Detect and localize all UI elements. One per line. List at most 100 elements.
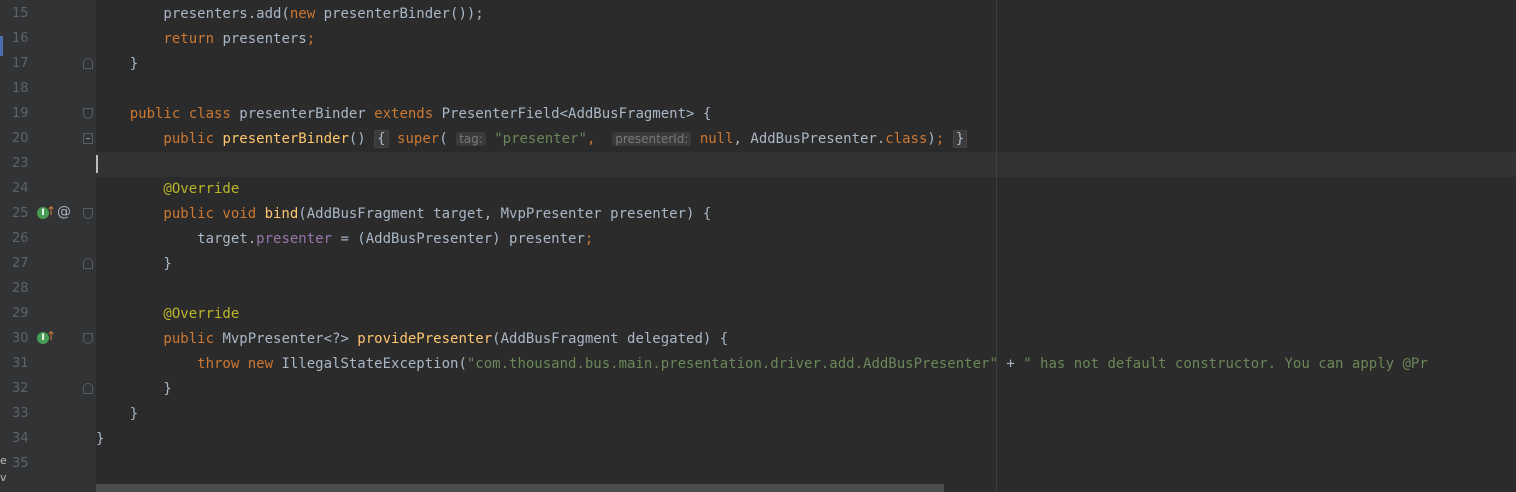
code-line[interactable]: 24 @Override [0,177,1516,202]
code-line[interactable]: 28 [0,277,1516,302]
fold-marker-icon[interactable] [83,133,93,144]
code-token: public [96,131,223,147]
line-number[interactable]: 30 [12,331,29,346]
line-number[interactable]: 17 [12,56,29,71]
code-token: presenterBinder()); [323,6,484,22]
code-text[interactable]: public void bind(AddBusFragment target, … [96,205,711,223]
code-token: public void [96,206,265,222]
code-text[interactable]: presenters.add(new presenterBinder()); [96,5,484,23]
code-text[interactable]: public class presenterBinder extends Pre… [96,105,712,123]
line-number[interactable]: 35 [12,456,29,471]
code-token: ; [584,231,594,247]
line-number[interactable]: 31 [12,356,29,371]
code-token: presenters.add( [96,6,290,22]
code-line[interactable]: 33 } [0,402,1516,427]
code-text[interactable]: target.presenter = (AddBusPresenter) pre… [96,230,593,248]
code-text[interactable]: } [96,380,171,398]
parameter-hint: presenterId: [612,132,692,146]
line-number[interactable]: 19 [12,106,29,121]
line-number[interactable]: 34 [12,431,29,446]
code-token: + [997,356,1024,372]
code-token: ) [927,131,936,147]
code-line[interactable]: 15 presenters.add(new presenterBinder())… [0,2,1516,27]
code-token: , AddBusPresenter. [733,131,886,147]
line-number[interactable]: 20 [12,131,29,146]
code-token: (AddBusFragment delegated) { [492,331,729,347]
code-text[interactable]: @Override [96,305,239,323]
code-text[interactable]: } [96,255,172,273]
line-number[interactable]: 33 [12,406,29,421]
code-line[interactable]: 17 } [0,52,1516,77]
line-number[interactable]: 25 [12,206,29,221]
code-token: public [96,331,223,347]
code-token: presenters [222,31,307,47]
code-line[interactable]: 29 @Override [0,302,1516,327]
line-number[interactable]: 27 [12,256,29,271]
code-token: presenterBinder [222,131,349,147]
code-line[interactable]: 20 public presenterBinder() { super( tag… [0,127,1516,152]
line-number[interactable]: 23 [12,156,29,171]
code-line[interactable]: 19 public class presenterBinder extends … [0,102,1516,127]
code-token: MvpPresenter<?> [222,331,358,347]
code-text[interactable]: } [96,55,138,73]
line-number[interactable]: 28 [12,281,29,296]
code-token: super [397,131,440,147]
code-text[interactable]: @Override [96,180,239,198]
code-token: presenter [256,231,333,247]
code-token: "presenter" [494,131,587,147]
code-token: } [96,406,139,422]
fold-marker-icon[interactable] [83,333,93,344]
arrow-up-icon[interactable]: ↑ [46,204,56,218]
code-line[interactable]: 30 public MvpPresenter<?> providePresent… [0,327,1516,352]
code-token: presenterBinder [239,106,375,122]
line-number[interactable]: 15 [12,6,29,21]
code-line[interactable]: 18 [0,77,1516,102]
code-text[interactable]: return presenters; [96,30,315,48]
line-number[interactable]: 32 [12,381,29,396]
code-token: } [96,256,172,272]
code-line[interactable]: 32 } [0,377,1516,402]
code-token: target. [96,231,257,247]
code-line[interactable]: 26 target.presenter = (AddBusPresenter) … [0,227,1516,252]
code-text[interactable]: throw new IllegalStateException("com.tho… [96,355,1428,373]
line-number[interactable]: 24 [12,181,29,196]
code-token: class [885,131,928,147]
code-line[interactable]: 27 } [0,252,1516,277]
code-line[interactable]: 31 throw new IllegalStateException("com.… [0,352,1516,377]
code-line[interactable]: 34} [0,427,1516,452]
arrow-up-icon[interactable]: ↑ [46,329,56,343]
code-text[interactable]: } [96,405,138,423]
code-token: () [348,131,375,147]
line-number[interactable]: 16 [12,31,29,46]
fold-marker-icon[interactable] [83,208,93,219]
code-line[interactable]: 35 [0,452,1516,477]
fold-marker-icon[interactable] [83,258,93,269]
line-number[interactable]: 26 [12,231,29,246]
code-token: ; [306,31,316,47]
code-token: null [699,131,734,147]
code-token: return [96,31,223,47]
code-text[interactable]: public presenterBinder() { super( tag: "… [96,130,968,148]
code-token: { [374,130,389,148]
code-token: , [586,131,604,147]
line-number[interactable]: 18 [12,81,29,96]
fold-marker-icon[interactable] [83,58,93,69]
code-line[interactable]: 25 public void bind(AddBusFragment targe… [0,202,1516,227]
text-caret [96,155,98,173]
code-text[interactable]: } [96,430,104,448]
code-token: public class [96,106,240,122]
fold-marker-icon[interactable] [83,108,93,119]
horizontal-scrollbar[interactable] [96,484,944,492]
code-text[interactable]: public MvpPresenter<?> providePresenter(… [96,330,728,348]
at-sign-icon[interactable]: @ [57,204,71,220]
code-line[interactable]: 16 return presenters; [0,27,1516,52]
fold-marker-icon[interactable] [83,383,93,394]
code-line[interactable]: 23 [0,152,1516,177]
line-number[interactable]: 29 [12,306,29,321]
code-token: bind [264,206,299,222]
code-token: ( [439,131,457,147]
